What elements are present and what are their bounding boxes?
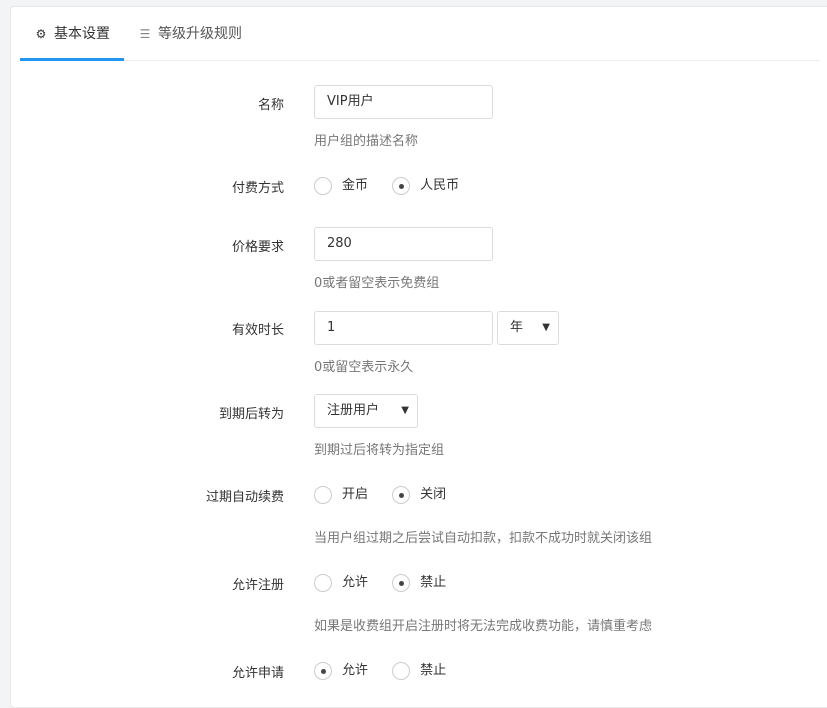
duration-label: 有效时长: [231, 323, 284, 338]
radio-checked-icon: [392, 574, 411, 592]
allow-register-radio-group: 允许 禁止: [314, 573, 466, 593]
allow-apply-no-radio[interactable]: 禁止: [392, 661, 446, 681]
radio-label: 允许: [342, 663, 369, 678]
allow-apply-yes-radio[interactable]: 允许: [314, 661, 368, 681]
auto-renew-radio-group: 开启 关闭: [314, 485, 466, 505]
caret-down-icon: ▼: [542, 322, 550, 333]
price-input[interactable]: 280: [314, 227, 493, 261]
expire-to-value: 注册用户: [327, 403, 380, 418]
radio-circle-icon: [314, 486, 332, 504]
tab-basic-settings[interactable]: ⚙ 基本设置: [20, 18, 124, 61]
pay-method-rmb-radio[interactable]: 人民币: [392, 176, 459, 196]
duration-input[interactable]: 1: [314, 311, 493, 345]
duration-unit-select[interactable]: 年 ▼: [497, 311, 559, 345]
allow-register-yes-radio[interactable]: 允许: [314, 573, 368, 593]
radio-checked-icon: [392, 177, 411, 195]
tab-basic-settings-label: 基本设置: [54, 26, 110, 42]
auto-renew-label: 过期自动续费: [205, 490, 284, 505]
auto-renew-on-radio[interactable]: 开启: [314, 485, 368, 505]
duration-help: 0或留空表示永久: [314, 360, 414, 375]
radio-checked-icon: [314, 662, 332, 680]
radio-checked-icon: [392, 486, 411, 504]
allow-register-help: 如果是收费组开启注册时将无法完成收费功能，请慎重考虑: [314, 619, 653, 634]
name-label: 名称: [257, 98, 284, 113]
pay-method-gold-radio[interactable]: 金币: [314, 176, 368, 196]
tab-bar: ⚙ 基本设置 ☰ 等级升级规则: [20, 18, 820, 61]
radio-label: 禁止: [420, 575, 447, 590]
caret-down-icon: ▼: [401, 405, 409, 416]
expire-to-select[interactable]: 注册用户 ▼: [314, 394, 418, 428]
radio-label: 禁止: [420, 663, 447, 678]
name-help: 用户组的描述名称: [314, 134, 419, 149]
allow-apply-label: 允许申请: [231, 666, 284, 681]
auto-renew-off-radio[interactable]: 关闭: [392, 485, 446, 505]
expire-to-help: 到期过后将转为指定组: [314, 443, 445, 458]
pay-method-label: 付费方式: [231, 181, 284, 196]
allow-register-label: 允许注册: [231, 578, 284, 593]
radio-label: 人民币: [420, 178, 460, 193]
duration-unit-value: 年: [510, 320, 524, 335]
pay-method-radio-group: 金币 人民币: [314, 176, 479, 196]
name-input[interactable]: VIP用户: [314, 85, 493, 119]
allow-register-no-radio[interactable]: 禁止: [392, 573, 446, 593]
radio-label: 金币: [342, 178, 369, 193]
radio-circle-icon: [392, 662, 411, 680]
gear-icon: ⚙: [35, 27, 47, 41]
allow-apply-radio-group: 允许 禁止: [314, 661, 466, 681]
tab-level-rules-label: 等级升级规则: [158, 26, 242, 42]
auto-renew-help: 当用户组过期之后尝试自动扣款，扣款不成功时就关闭该组: [314, 531, 653, 546]
price-label: 价格要求: [231, 240, 284, 255]
radio-label: 开启: [342, 487, 369, 502]
tab-level-rules[interactable]: ☰ 等级升级规则: [138, 18, 242, 58]
radio-label: 关闭: [420, 487, 447, 502]
list-icon: ☰: [139, 27, 151, 41]
expire-to-label: 到期后转为: [218, 407, 284, 422]
radio-circle-icon: [314, 177, 332, 195]
radio-label: 允许: [342, 575, 369, 590]
price-help: 0或者留空表示免费组: [314, 276, 440, 291]
radio-circle-icon: [314, 574, 332, 592]
